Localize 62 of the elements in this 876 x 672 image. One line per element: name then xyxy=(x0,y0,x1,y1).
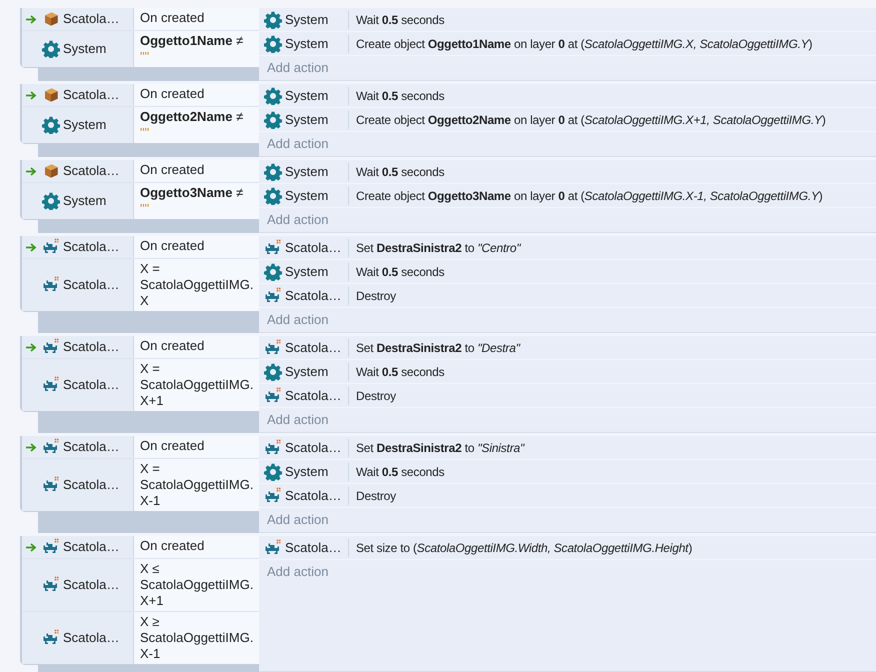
action-text[interactable]: Wait 0.5 seconds xyxy=(348,362,444,380)
object-name: System xyxy=(285,86,328,105)
action-text[interactable]: Wait 0.5 seconds xyxy=(348,86,444,104)
object-name: Scatola… xyxy=(63,276,120,294)
object-name: Scatola… xyxy=(63,10,120,28)
object-name: System xyxy=(285,186,328,205)
object-name: System xyxy=(285,362,328,381)
object-name: System xyxy=(63,192,106,210)
action-text[interactable]: Wait 0.5 seconds xyxy=(348,10,444,28)
object-name: System xyxy=(285,462,328,481)
action-text[interactable]: Destroy xyxy=(348,386,396,404)
object-name: Scatola… xyxy=(63,238,120,256)
condition-object-cell[interactable]: System xyxy=(22,31,133,67)
object-name: Scatola… xyxy=(63,86,120,104)
condition-object-cell[interactable]: System xyxy=(22,107,133,143)
action-text[interactable]: Set DestraSinistra2 to "Centro" xyxy=(348,238,520,256)
object-name: Scatola… xyxy=(285,486,342,505)
condition-object-cell[interactable]: Scatola… xyxy=(22,459,133,511)
object-name: Scatola… xyxy=(63,438,120,456)
object-name: Scatola… xyxy=(285,238,342,257)
object-name: Scatola… xyxy=(285,286,342,305)
object-name: Scatola… xyxy=(285,538,342,557)
object-name: Scatola… xyxy=(63,629,120,648)
condition-object-cell[interactable]: Scatola… xyxy=(22,336,133,358)
condition-object-cell[interactable]: Scatola… xyxy=(22,536,133,558)
object-name: System xyxy=(63,40,106,58)
object-name: Scatola… xyxy=(285,338,342,357)
object-name: Scatola… xyxy=(63,338,120,356)
object-name: System xyxy=(285,34,328,53)
object-name: Scatola… xyxy=(285,438,342,457)
object-name: Scatola… xyxy=(63,476,120,494)
object-name: System xyxy=(63,116,106,134)
object-name: Scatola… xyxy=(63,376,120,394)
condition-object-cell[interactable]: Scatola… xyxy=(22,84,133,106)
object-name: Scatola… xyxy=(63,538,120,556)
object-name: System xyxy=(285,110,328,129)
object-name: System xyxy=(285,162,328,181)
condition-object-cell[interactable]: Scatola… xyxy=(22,559,133,611)
condition-object-cell[interactable]: Scatola… xyxy=(22,436,133,458)
condition-object-cell[interactable]: Scatola… xyxy=(22,160,133,182)
condition-object-cell[interactable]: System xyxy=(22,183,133,219)
action-text[interactable]: Set DestraSinistra2 to "Destra" xyxy=(348,338,520,356)
condition-object-cell[interactable]: Scatola… xyxy=(22,259,133,311)
action-text[interactable]: Destroy xyxy=(348,486,396,504)
action-text[interactable]: Create object Oggetto1Name on layer 0 at (ScatolaOggettiIMG.X, ScatolaOggettiIMG.Y) xyxy=(348,34,812,52)
action-text[interactable]: Create object Oggetto2Name on layer 0 at (ScatolaOggettiIMG.X+1, ScatolaOggettiIMG.Y) xyxy=(348,110,826,128)
action-text[interactable]: Wait 0.5 seconds xyxy=(348,462,444,480)
condition-object-cell[interactable]: Scatola… xyxy=(22,8,133,30)
action-text[interactable]: Create object Oggetto3Name on layer 0 at (ScatolaOggettiIMG.X-1, ScatolaOggettiIMG.Y) xyxy=(348,186,823,204)
object-name: System xyxy=(285,10,328,29)
action-text[interactable]: Wait 0.5 seconds xyxy=(348,262,444,280)
object-name: System xyxy=(285,262,328,281)
object-name: Scatola… xyxy=(63,162,120,180)
condition-object-cell[interactable]: Scatola… xyxy=(22,236,133,258)
action-text[interactable]: Destroy xyxy=(348,286,396,304)
action-text[interactable]: Set DestraSinistra2 to "Sinistra" xyxy=(348,438,524,456)
object-name: Scatola… xyxy=(63,576,120,594)
object-name: Scatola… xyxy=(285,386,342,405)
condition-object-cell[interactable]: Scatola… xyxy=(22,612,133,664)
action-text[interactable]: Set size to (ScatolaOggettiIMG.Width, ScatolaOggettiIMG.Height) xyxy=(348,538,692,556)
condition-object-cell[interactable]: Scatola… xyxy=(22,359,133,411)
action-text[interactable]: Wait 0.5 seconds xyxy=(348,162,444,180)
